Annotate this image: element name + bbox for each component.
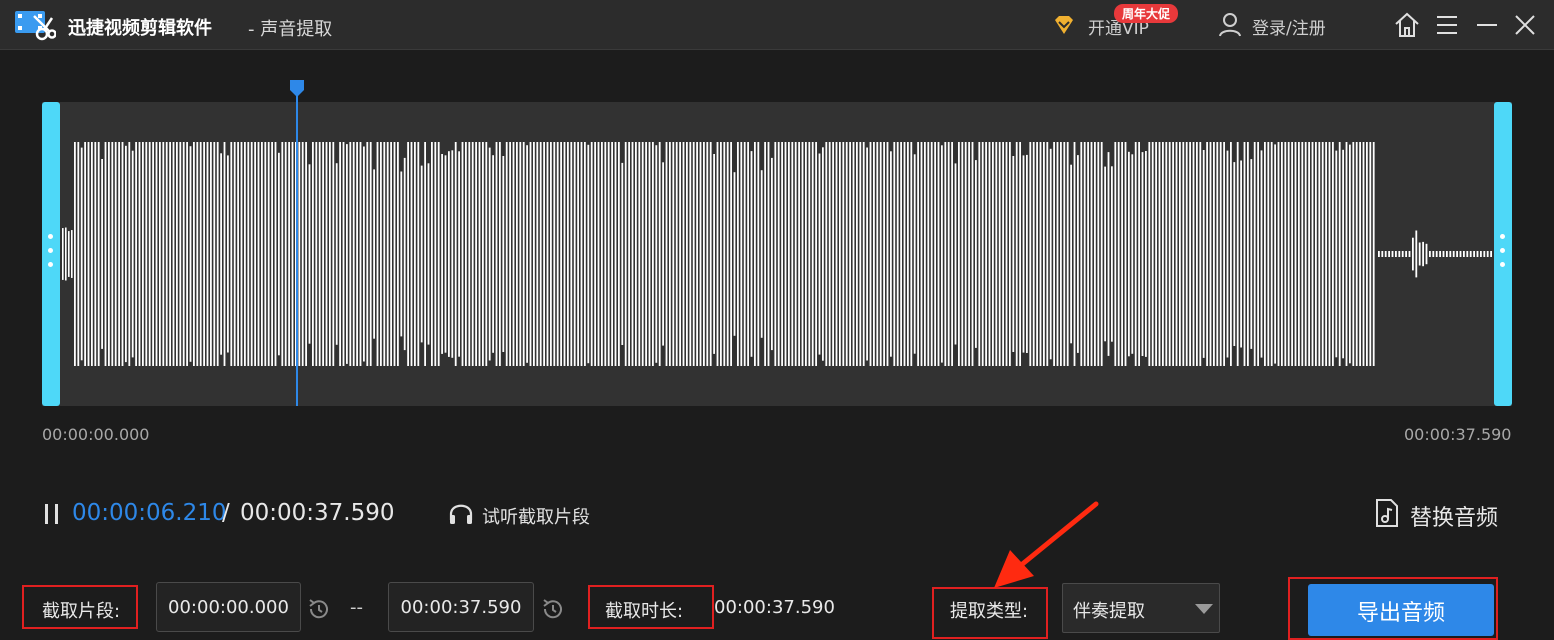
- headphones-icon: [449, 504, 473, 524]
- playhead-line[interactable]: [296, 94, 298, 406]
- vip-button[interactable]: 开通VIP 周年大促: [1052, 4, 1179, 39]
- clip-start-input[interactable]: 00:00:00.000: [156, 582, 301, 632]
- reset-time-icon[interactable]: [306, 596, 332, 622]
- extract-type-label: 提取类型:: [950, 601, 1029, 622]
- range-dash: --: [350, 597, 363, 618]
- clip-end-input[interactable]: 00:00:37.590: [388, 582, 534, 632]
- preview-clip-label: 试听截取片段: [482, 507, 590, 528]
- title-bar: 迅捷视频剪辑软件 - 声音提取 开通VIP 周年大促 登录/注册: [0, 0, 1554, 50]
- close-icon[interactable]: [1510, 10, 1540, 40]
- duration-label: 截取时长:: [605, 601, 684, 622]
- reset-time-icon[interactable]: [540, 596, 566, 622]
- trim-start-handle[interactable]: [42, 102, 60, 406]
- trim-end-handle[interactable]: [1494, 102, 1512, 406]
- page-subtitle: - 声音提取: [248, 19, 333, 40]
- timeline-start-time: 00:00:00.000: [42, 425, 150, 444]
- current-time: 00:00:06.210: [72, 500, 227, 526]
- app-logo-icon: [15, 11, 56, 41]
- diamond-icon: [1055, 16, 1073, 34]
- annotation-arrow-icon: [994, 501, 1099, 588]
- caret-down-icon: [1195, 604, 1213, 614]
- user-icon: [1219, 13, 1241, 37]
- menu-icon[interactable]: [1432, 10, 1462, 40]
- home-icon[interactable]: [1392, 10, 1422, 40]
- duration-value: 00:00:37.590: [714, 597, 835, 618]
- minimize-icon[interactable]: [1472, 10, 1502, 40]
- grip-dots-icon: [1500, 234, 1506, 274]
- login-label: 登录/注册: [1252, 19, 1326, 39]
- music-file-icon: [1376, 499, 1398, 527]
- app-title: 迅捷视频剪辑软件: [68, 18, 212, 39]
- time-separator: /: [222, 500, 230, 526]
- app-window: 迅捷视频剪辑软件 - 声音提取 开通VIP 周年大促 登录/注册 00:00:0…: [0, 0, 1554, 640]
- extract-type-value: 伴奏提取: [1073, 601, 1145, 622]
- pause-button[interactable]: [44, 504, 60, 524]
- promo-badge: 周年大促: [1114, 4, 1179, 23]
- waveform-bars: [62, 142, 1492, 366]
- playhead-marker-icon[interactable]: [288, 80, 306, 98]
- timeline-end-time: 00:00:37.590: [1404, 425, 1512, 444]
- segment-label: 截取片段:: [42, 601, 121, 622]
- replace-audio-label: 替换音频: [1410, 506, 1499, 531]
- audio-waveform: [62, 142, 1492, 366]
- total-time: 00:00:37.590: [240, 500, 395, 526]
- grip-dots-icon: [48, 234, 54, 274]
- export-audio-button[interactable]: 导出音频: [1308, 584, 1494, 636]
